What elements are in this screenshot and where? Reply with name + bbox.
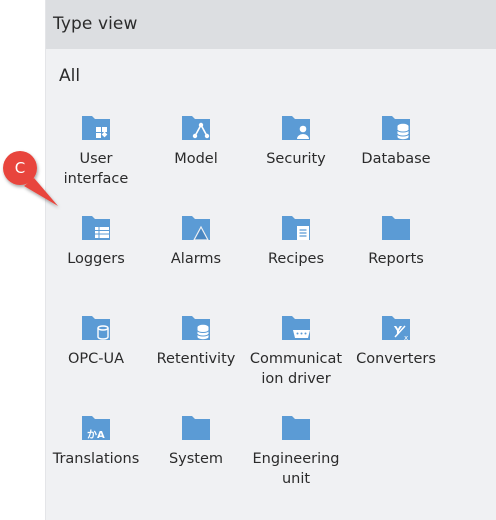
- type-item-communication-driver[interactable]: Communicat ion driver: [246, 300, 346, 400]
- recipes-icon: [282, 216, 310, 240]
- type-item-security[interactable]: Security: [246, 100, 346, 200]
- alarms-icon: [182, 216, 210, 241]
- type-item-label: Recipes: [267, 251, 325, 267]
- engineering-unit-icon: [282, 416, 310, 440]
- opc-ua-icon: [82, 316, 110, 340]
- type-item-opc-ua[interactable]: OPC-UA: [46, 300, 146, 400]
- type-item-label: System: [168, 451, 224, 467]
- converters-icon: Y x: [382, 316, 410, 342]
- type-item-label: Alarms: [170, 251, 222, 267]
- type-item-label: Retentivity: [156, 351, 236, 367]
- section-title-all: All: [59, 66, 81, 86]
- type-item-label: Communicat ion driver: [249, 351, 343, 387]
- type-item-alarms[interactable]: Alarms: [146, 200, 246, 300]
- communication-driver-icon: [282, 316, 310, 340]
- type-item-retentivity[interactable]: Retentivity: [146, 300, 246, 400]
- type-item-database[interactable]: Database: [346, 100, 446, 200]
- type-item-system[interactable]: System: [146, 400, 246, 500]
- user-interface-icon: [82, 116, 110, 140]
- type-item-label: OPC-UA: [67, 351, 125, 367]
- loggers-icon: [82, 216, 110, 240]
- svg-text:x: x: [404, 334, 408, 342]
- callout-marker: C: [0, 148, 62, 210]
- type-view-panel: Type view All User interface Model Secur…: [45, 0, 496, 520]
- panel-title: Type view: [53, 14, 138, 34]
- type-item-label: Engineering unit: [252, 451, 340, 487]
- type-item-recipes[interactable]: Recipes: [246, 200, 346, 300]
- model-icon: [182, 116, 210, 140]
- type-item-reports[interactable]: Reports: [346, 200, 446, 300]
- svg-text:かA: かA: [87, 429, 105, 441]
- type-item-converters[interactable]: Y x Converters: [346, 300, 446, 400]
- security-icon: [282, 116, 310, 140]
- type-item-label: Loggers: [67, 251, 125, 267]
- type-item-label: Model: [174, 151, 218, 167]
- type-item-model[interactable]: Model: [146, 100, 246, 200]
- type-item-engineering-unit[interactable]: Engineering unit: [246, 400, 346, 500]
- type-grid: User interface Model Security Database L…: [46, 100, 446, 500]
- reports-icon: [382, 216, 410, 240]
- type-item-label: Converters: [356, 351, 436, 367]
- type-item-label: Translations: [52, 451, 140, 467]
- database-icon: [382, 116, 410, 140]
- type-item-label: Security: [266, 151, 326, 167]
- callout-pin-icon: [3, 151, 58, 206]
- type-item-loggers[interactable]: Loggers: [46, 200, 146, 300]
- type-item-label: Database: [361, 151, 431, 167]
- panel-header: Type view: [46, 0, 496, 49]
- system-icon: [182, 416, 210, 440]
- type-item-translations[interactable]: かA Translations: [46, 400, 146, 500]
- type-item-label: Reports: [368, 251, 424, 267]
- retentivity-icon: [182, 316, 210, 340]
- translations-icon: かA: [82, 416, 110, 441]
